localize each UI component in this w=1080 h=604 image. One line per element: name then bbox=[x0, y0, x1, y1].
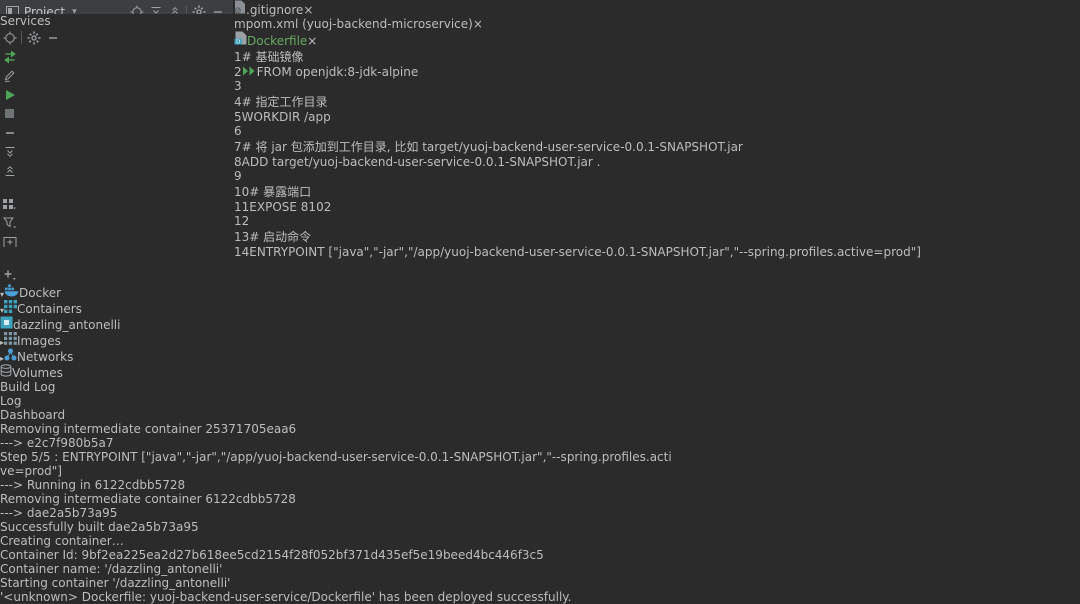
console-line: Successfully built dae2a5b73a95 bbox=[0, 520, 1080, 534]
hide-icon bbox=[212, 6, 224, 14]
console-line: ---> dae2a5b73a95 bbox=[0, 506, 1080, 520]
project-header: Project ▾ bbox=[0, 0, 233, 14]
edit-icon bbox=[3, 69, 16, 82]
collapse-all-icon bbox=[169, 6, 181, 14]
project-toolbar bbox=[127, 3, 227, 15]
toolbar-separator bbox=[186, 6, 187, 15]
toolbar-separator bbox=[21, 31, 22, 44]
gear-icon bbox=[27, 31, 41, 45]
expand-all-button[interactable] bbox=[0, 142, 19, 161]
console-line: Container Id: 9bf2ea225ea2d27b618ee5cd21… bbox=[0, 548, 1080, 562]
gear-button[interactable] bbox=[24, 28, 43, 47]
gear-button[interactable] bbox=[189, 3, 208, 15]
top-section: Project ▾ ▾yuoj-backend-microservice~/yu… bbox=[0, 0, 1080, 14]
console-line: Removing intermediate container 25371705… bbox=[0, 422, 1080, 436]
edit-button[interactable] bbox=[0, 66, 19, 85]
services-tool-window: Services ▾Docker▾Containers dazzling_anto… bbox=[0, 14, 1080, 604]
run-button[interactable] bbox=[0, 85, 19, 104]
locate-button[interactable] bbox=[127, 3, 146, 15]
services-tree-item-dazzling_antonelli[interactable]: dazzling_antonelli bbox=[0, 316, 1080, 332]
tool-window-icon bbox=[6, 6, 19, 15]
group-icon bbox=[3, 198, 16, 210]
deploy-icon bbox=[3, 50, 17, 64]
add-icon bbox=[3, 269, 17, 281]
project-panel-title[interactable]: Project bbox=[24, 5, 65, 14]
collapse-button[interactable] bbox=[0, 123, 19, 142]
tree-item-label: dazzling_antonelli bbox=[13, 318, 120, 332]
tree-item-label: Volumes bbox=[12, 366, 63, 380]
expand-all-icon bbox=[4, 146, 16, 158]
images-icon bbox=[4, 334, 17, 348]
console-line: Container name: '/dazzling_antonelli' bbox=[0, 562, 1080, 576]
locate-icon bbox=[3, 31, 17, 45]
gear-icon bbox=[192, 5, 206, 14]
tree-item-label: Images bbox=[17, 334, 61, 348]
log-tabs: Build LogLogDashboard bbox=[0, 380, 1080, 422]
project-tool-window: Project ▾ ▾yuoj-backend-microservice~/yu… bbox=[0, 0, 234, 14]
log-tab-dashboard[interactable]: Dashboard bbox=[0, 408, 1080, 422]
volumes-icon bbox=[0, 366, 12, 380]
console-line: Creating container… bbox=[0, 534, 1080, 548]
collapse-all-button[interactable] bbox=[165, 3, 184, 15]
hide-button[interactable] bbox=[208, 3, 227, 15]
stop-icon bbox=[4, 108, 15, 119]
networks-icon bbox=[4, 350, 17, 364]
expand-all-button[interactable] bbox=[146, 3, 165, 15]
services-tree-pane: ▾Docker▾Containers dazzling_antonelli▸Ima… bbox=[0, 142, 1080, 380]
log-tab-log[interactable]: Log bbox=[0, 394, 1080, 408]
new-frame-icon bbox=[3, 236, 17, 248]
editor-area: .gitignore×mpom.xml (yuoj-backend-micros… bbox=[234, 0, 921, 14]
services-tree-item-docker[interactable]: ▾Docker bbox=[0, 284, 1080, 300]
run-icon bbox=[4, 89, 16, 101]
deploy-button[interactable] bbox=[0, 47, 19, 66]
ide-window: Project ▾ ▾yuoj-backend-microservice~/yu… bbox=[0, 0, 1080, 604]
services-body: ▾Docker▾Containers dazzling_antonelli▸Ima… bbox=[0, 47, 1080, 604]
console-line: ve=prod"] bbox=[0, 464, 1080, 478]
filter-icon bbox=[3, 217, 17, 229]
hide-button[interactable] bbox=[43, 28, 62, 47]
services-tree-toolbar bbox=[0, 142, 1080, 284]
add-button[interactable] bbox=[0, 265, 19, 284]
tree-item-label: Containers bbox=[17, 302, 82, 316]
container-icon bbox=[0, 318, 13, 332]
build-log-console[interactable]: Removing intermediate container 25371705… bbox=[0, 422, 1080, 604]
gitignore-file-icon bbox=[234, 0, 246, 14]
services-header: Services bbox=[0, 14, 1080, 47]
console-line: Starting container '/dazzling_antonelli' bbox=[0, 576, 1080, 590]
console-line: ---> Running in 6122cdbb5728 bbox=[0, 478, 1080, 492]
log-tab-build-log[interactable]: Build Log bbox=[0, 380, 1080, 394]
services-header-toolbar bbox=[0, 28, 1080, 47]
filter-button[interactable] bbox=[0, 213, 19, 232]
locate-button[interactable] bbox=[0, 28, 19, 47]
services-tree[interactable]: ▾Docker▾Containers dazzling_antonelli▸Ima… bbox=[0, 284, 1080, 380]
group-button[interactable] bbox=[0, 194, 19, 213]
log-pane: Build LogLogDashboard Removing intermedi… bbox=[0, 380, 1080, 604]
tree-item-label: Networks bbox=[17, 350, 73, 364]
chevron-down-icon[interactable]: ▾ bbox=[72, 7, 77, 14]
services-tree-item-containers[interactable]: ▾Containers bbox=[0, 300, 1080, 316]
locate-icon bbox=[130, 5, 144, 14]
containers-icon bbox=[4, 302, 17, 316]
hide-icon bbox=[47, 32, 59, 44]
console-line: '<unknown> Dockerfile: yuoj-backend-user… bbox=[0, 590, 1080, 604]
console-line: Step 5/5 : ENTRYPOINT ["java","-jar","/a… bbox=[0, 450, 1080, 464]
services-side-toolbar bbox=[0, 47, 1080, 142]
collapse-all-icon bbox=[4, 165, 16, 177]
expand-all-icon bbox=[150, 6, 162, 14]
services-tree-item-volumes[interactable]: Volumes bbox=[0, 364, 1080, 380]
docker-icon bbox=[4, 286, 19, 300]
services-tree-item-images[interactable]: ▸Images bbox=[0, 332, 1080, 348]
services-tree-item-networks[interactable]: ▸Networks bbox=[0, 348, 1080, 364]
console-line: ---> e2c7f980b5a7 bbox=[0, 436, 1080, 450]
new-frame-button[interactable] bbox=[0, 232, 19, 251]
stop-button[interactable] bbox=[0, 104, 19, 123]
collapse-icon bbox=[4, 127, 16, 139]
collapse-all-button[interactable] bbox=[0, 161, 19, 180]
tree-item-label: Docker bbox=[19, 286, 61, 300]
services-panel-title: Services bbox=[0, 14, 51, 28]
console-line: Removing intermediate container 6122cdbb… bbox=[0, 492, 1080, 506]
